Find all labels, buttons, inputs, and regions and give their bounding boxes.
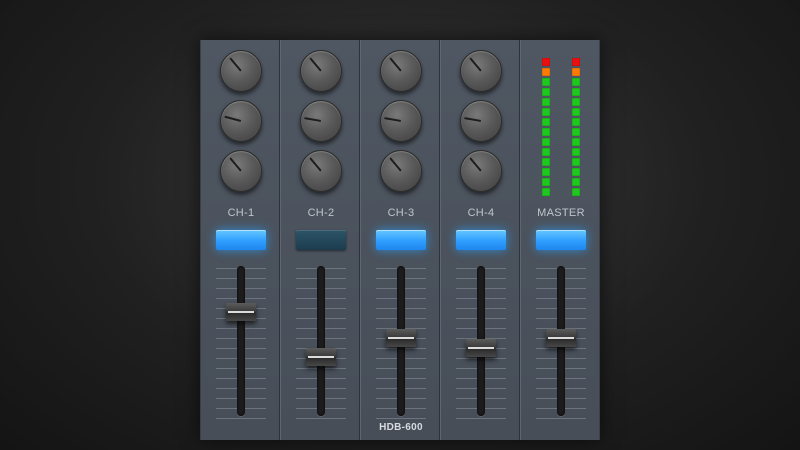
fader-handle[interactable] <box>466 338 496 357</box>
scale-tick <box>456 418 506 419</box>
meter-segment <box>572 58 580 66</box>
channel-label: CH-4 <box>467 207 495 219</box>
meter-segment <box>542 178 550 186</box>
meter-segment <box>542 148 550 156</box>
knob[interactable] <box>380 100 422 142</box>
meter-segment <box>542 128 550 136</box>
fader-track <box>317 266 325 416</box>
meter-segment <box>542 168 550 176</box>
knob[interactable] <box>300 100 342 142</box>
knob[interactable] <box>300 50 342 92</box>
knob-indicator <box>304 117 322 122</box>
mixer-panel: CH-1 CH-2 CH-3 HDB-600 CH-4 MASTER <box>200 40 600 440</box>
meter-segment <box>542 138 550 146</box>
channel-toggle-button[interactable] <box>376 230 426 250</box>
scale-tick <box>216 418 266 419</box>
fader-handle-line <box>548 337 574 340</box>
meter-segment <box>572 168 580 176</box>
channel-label: CH-3 <box>387 207 415 219</box>
knob-indicator <box>229 57 242 72</box>
meter-segment <box>572 178 580 186</box>
knob-indicator <box>309 157 322 172</box>
meter-segment <box>542 88 550 96</box>
meter-segment <box>572 68 580 76</box>
knob[interactable] <box>220 100 262 142</box>
meter-segment <box>572 148 580 156</box>
level-meter-left <box>542 58 550 198</box>
master-strip: MASTER <box>520 40 600 440</box>
meter-segment <box>542 68 550 76</box>
scale-tick <box>376 418 426 419</box>
fader-handle-line <box>308 355 334 358</box>
knob-indicator <box>224 115 242 122</box>
knob[interactable] <box>460 50 502 92</box>
channel-toggle-button[interactable] <box>216 230 266 250</box>
meter-segment <box>572 188 580 196</box>
knob-indicator <box>464 117 482 122</box>
knob-indicator <box>469 57 482 72</box>
meter-segment <box>542 158 550 166</box>
knob-indicator <box>229 157 242 172</box>
fader-handle-line <box>388 337 414 340</box>
knob[interactable] <box>380 50 422 92</box>
meter-segment <box>572 98 580 106</box>
meter-segment <box>572 88 580 96</box>
scale-tick <box>296 418 346 419</box>
master-toggle-button[interactable] <box>536 230 586 250</box>
knob-indicator <box>469 157 482 172</box>
meter-segment <box>542 118 550 126</box>
channel-label: CH-2 <box>307 207 335 219</box>
channel-strip-3: CH-3 HDB-600 <box>360 40 440 440</box>
fader-handle-line <box>468 346 494 349</box>
meter-segment <box>572 108 580 116</box>
fader-handle[interactable] <box>386 329 416 348</box>
scale-tick <box>536 418 586 419</box>
meter-segment <box>542 78 550 86</box>
knob-indicator <box>384 117 402 122</box>
knob-indicator <box>389 57 402 72</box>
channel-strip-4: CH-4 <box>440 40 520 440</box>
channel-strip-2: CH-2 <box>280 40 360 440</box>
knob[interactable] <box>460 150 502 192</box>
meter-segment <box>572 78 580 86</box>
meter-segment <box>572 138 580 146</box>
master-fader-handle[interactable] <box>546 329 576 348</box>
channel-toggle-button[interactable] <box>456 230 506 250</box>
knob-indicator <box>389 157 402 172</box>
meter-segment <box>572 118 580 126</box>
channel-toggle-button[interactable] <box>296 230 346 250</box>
knob-indicator <box>309 57 322 72</box>
knob[interactable] <box>380 150 422 192</box>
meter-segment <box>542 58 550 66</box>
channel-label: MASTER <box>537 207 585 219</box>
knob[interactable] <box>300 150 342 192</box>
meter-segment <box>572 128 580 136</box>
meter-segment <box>542 98 550 106</box>
fader-handle-line <box>228 310 254 313</box>
fader-handle[interactable] <box>226 302 256 321</box>
fader-track <box>237 266 245 416</box>
channel-strip-1: CH-1 <box>200 40 280 440</box>
meter-segment <box>542 188 550 196</box>
knob[interactable] <box>220 150 262 192</box>
fader-handle[interactable] <box>306 347 336 366</box>
channel-label: CH-1 <box>227 207 255 219</box>
model-name: HDB-600 <box>379 422 423 433</box>
level-meter-right <box>572 58 580 198</box>
knob[interactable] <box>220 50 262 92</box>
knob[interactable] <box>460 100 502 142</box>
meter-segment <box>572 158 580 166</box>
meter-segment <box>542 108 550 116</box>
